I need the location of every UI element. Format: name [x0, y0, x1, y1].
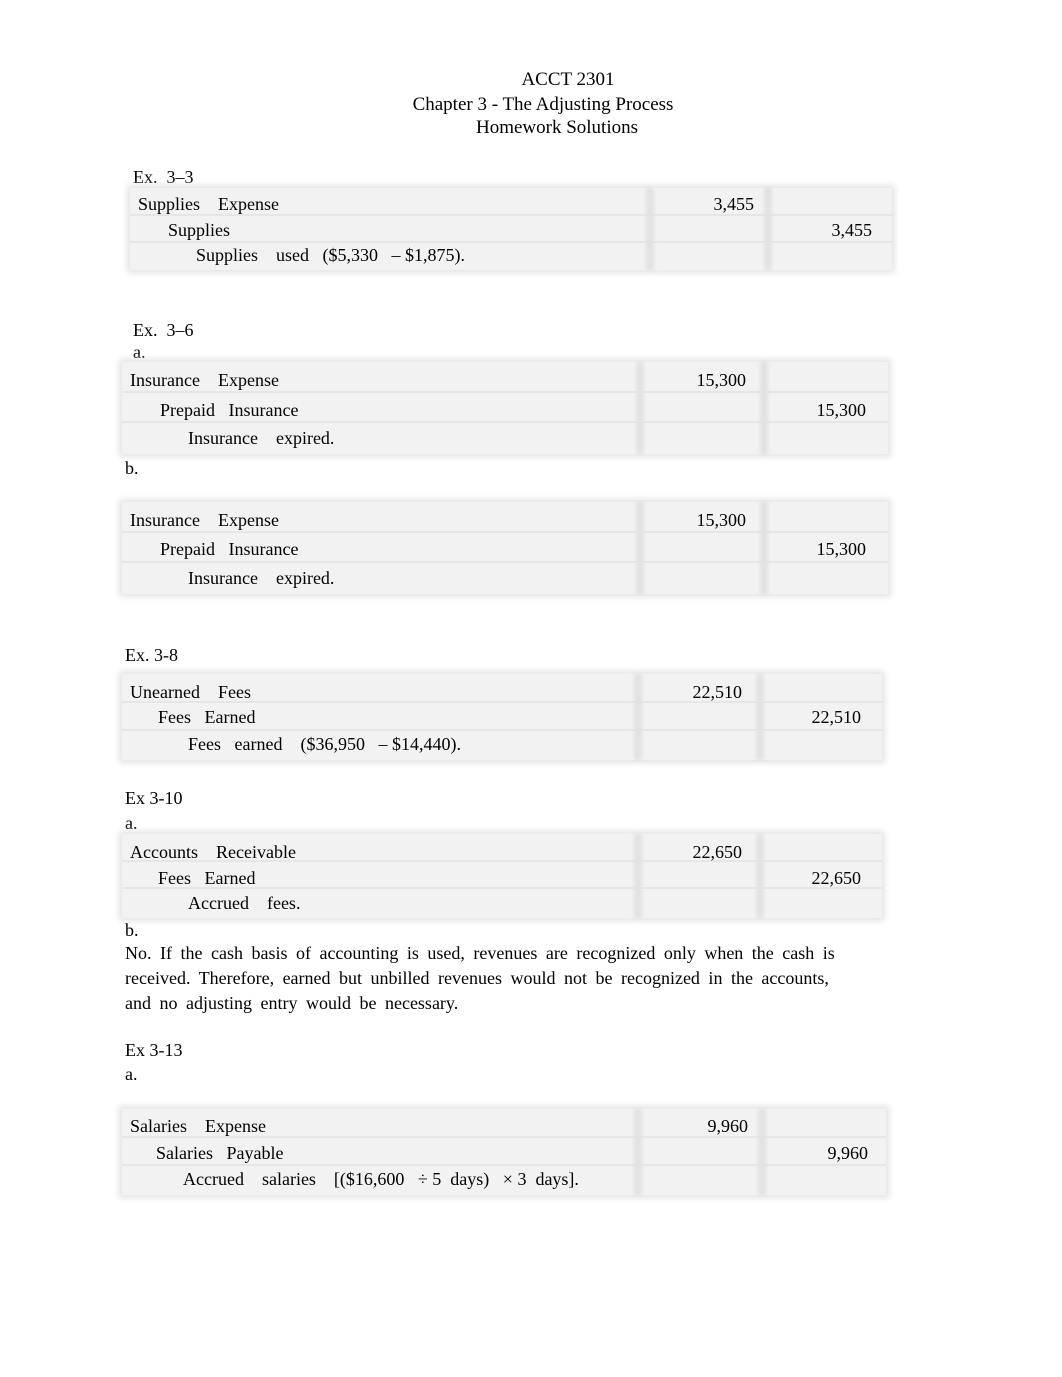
journal-entry-ex-3-8: Unearned Fees Fees Earned Fees earned ($… [122, 674, 882, 760]
journal-entry-ex-3-10a: Accounts Receivable Fees Earned Accrued … [122, 834, 882, 918]
credit-amount: 15,300 [816, 539, 867, 559]
debit-amount: 15,300 [696, 510, 747, 530]
credit-amount: 22,650 [811, 868, 862, 888]
credit-account: Fees Earned [158, 868, 256, 888]
credit-amount: 15,300 [816, 400, 867, 420]
journal-entry-ex-3-3: Supplies Expense Supplies Supplies used … [130, 188, 892, 270]
entry-explanation: Insurance expired. [188, 568, 335, 588]
entry-explanation: Insurance expired. [188, 428, 335, 448]
debit-account: Insurance Expense [130, 370, 279, 390]
credit-amount: 9,960 [827, 1143, 869, 1163]
section-title-ex-3-3: Ex. 3–3 [133, 167, 194, 187]
part-label-a: a. [133, 342, 146, 362]
part-label-b: b. [125, 920, 139, 940]
debit-account: Accounts Receivable [130, 842, 296, 862]
debit-account: Insurance Expense [130, 510, 279, 530]
explanation-paragraph: No. If the cash basis of accounting is u… [125, 943, 835, 1013]
debit-account: Salaries Expense [130, 1116, 266, 1136]
entry-explanation: Accrued salaries [($16,600 ÷ 5 days) × 3… [183, 1169, 579, 1189]
debit-amount: 3,455 [713, 194, 755, 214]
credit-amount: 22,510 [811, 707, 862, 727]
journal-entry-ex-3-6a: Insurance Expense Prepaid Insurance Insu… [122, 362, 888, 454]
document-subtitle: Homework Solutions [475, 117, 639, 138]
entry-explanation: Accrued fees. [188, 893, 301, 913]
credit-account: Prepaid Insurance [160, 400, 299, 420]
credit-account: Fees Earned [158, 707, 256, 727]
credit-account: Prepaid Insurance [160, 539, 299, 559]
debit-amount: 9,960 [707, 1116, 749, 1136]
part-label-a: a. [125, 813, 138, 833]
debit-amount: 15,300 [696, 370, 747, 390]
section-title-ex-3-8: Ex. 3-8 [125, 645, 178, 665]
entry-explanation: Supplies used ($5,330 – $1,875). [196, 245, 465, 265]
journal-entry-ex-3-6b: Insurance Expense Prepaid Insurance Insu… [122, 502, 888, 594]
debit-account: Supplies Expense [138, 194, 279, 214]
credit-account: Supplies [168, 220, 231, 240]
part-label-a: a. [125, 1064, 138, 1084]
credit-account: Salaries Payable [156, 1143, 284, 1163]
course-title: ACCT 2301 [521, 69, 615, 90]
part-label-b: b. [125, 458, 139, 478]
entry-explanation: Fees earned ($36,950 – $14,440). [188, 734, 461, 754]
section-title-ex-3-10: Ex 3-10 [125, 788, 183, 808]
credit-amount: 3,455 [831, 220, 873, 240]
debit-account: Unearned Fees [130, 682, 251, 702]
chapter-title: Chapter 3 - The Adjusting Process [412, 94, 674, 115]
journal-entry-ex-3-13a: Salaries Expense Salaries Payable Accrue… [122, 1109, 886, 1195]
section-title-ex-3-13: Ex 3-13 [125, 1040, 183, 1060]
debit-amount: 22,510 [692, 682, 743, 702]
section-title-ex-3-6: Ex. 3–6 [133, 320, 194, 340]
debit-amount: 22,650 [692, 842, 743, 862]
